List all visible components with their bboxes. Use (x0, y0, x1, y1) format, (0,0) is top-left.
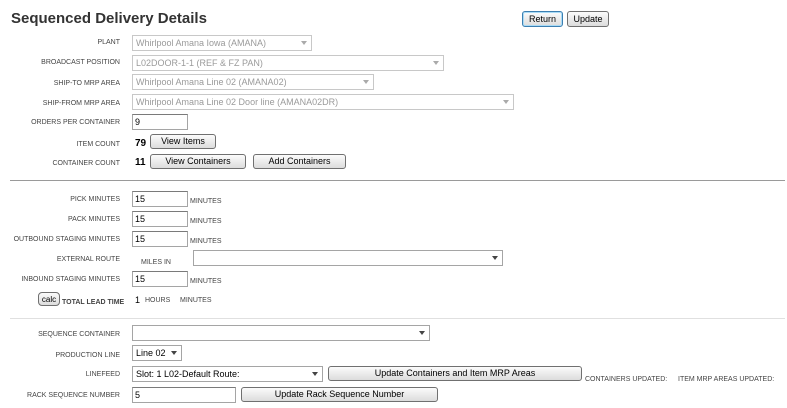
item-count-label: Item Count (76, 141, 120, 148)
section-divider-light (10, 318, 785, 319)
ship-to-select[interactable]: Whirlpool Amana Line 02 (AMANA02) (132, 74, 374, 90)
item-mrp-updated-label: Item MRP Areas Updated: (678, 376, 775, 383)
external-route-label: External Route (56, 256, 120, 263)
broadcast-position-label: Broadcast Position (41, 59, 120, 66)
chevron-down-icon (310, 367, 320, 381)
section-divider (10, 180, 785, 181)
total-minutes-unit: Minutes (180, 297, 212, 304)
calc-button[interactable]: calc (38, 292, 60, 306)
ship-to-label: Ship-To MRP Area (53, 80, 120, 87)
sequence-container-label: Sequence Container (38, 331, 120, 338)
containers-updated-label: Containers Updated: (585, 376, 668, 383)
update-button[interactable]: Update (567, 11, 609, 27)
orders-per-container-input[interactable]: 9 (132, 114, 188, 130)
total-lead-time-label: Total Lead Time (62, 299, 125, 306)
pack-minutes-unit: Minutes (190, 218, 222, 225)
inbound-staging-label: Inbound Staging Minutes (21, 276, 120, 283)
orders-per-container-label: Orders per Container (31, 119, 120, 126)
return-button[interactable]: Return (522, 11, 563, 27)
outbound-staging-unit: Minutes (190, 238, 222, 245)
chevron-down-icon (501, 95, 511, 109)
linefeed-label: Linefeed (85, 371, 120, 378)
chevron-down-icon (361, 75, 371, 89)
inbound-staging-unit: Minutes (190, 278, 222, 285)
plant-select[interactable]: Whirlpool Amana Iowa (AMANA) (132, 35, 312, 51)
pick-minutes-label: Pick Minutes (70, 196, 120, 203)
production-line-select[interactable]: Line 02 (132, 345, 182, 361)
view-containers-button[interactable]: View Containers (150, 154, 246, 169)
hours-unit: Hours (145, 297, 171, 304)
plant-label: Plant (97, 39, 120, 46)
plant-select-value: Whirlpool Amana Iowa (AMANA) (136, 38, 267, 48)
rack-sequence-input[interactable]: 5 (132, 387, 236, 403)
production-line-value: Line 02 (136, 348, 166, 358)
total-lead-time-hours-value: 1 (135, 295, 141, 305)
item-count-value: 79 (135, 138, 147, 149)
page-title: Sequenced Delivery Details (11, 10, 207, 27)
broadcast-position-value: L02DOOR-1-1 (REF & FZ PAN) (136, 58, 263, 68)
outbound-staging-input[interactable]: 15 (132, 231, 188, 247)
outbound-staging-label: Outbound Staging Minutes (13, 236, 120, 243)
add-containers-button[interactable]: Add Containers (253, 154, 346, 169)
chevron-down-icon (490, 251, 500, 265)
ship-to-value: Whirlpool Amana Line 02 (AMANA02) (136, 77, 287, 87)
external-route-select[interactable] (193, 250, 503, 266)
pack-minutes-label: Pack Minutes (68, 216, 120, 223)
miles-in-label: Miles in (141, 259, 171, 266)
inbound-staging-input[interactable]: 15 (132, 271, 188, 287)
update-containers-mrp-button[interactable]: Update Containers and Item MRP Areas (328, 366, 582, 381)
pick-minutes-input[interactable]: 15 (132, 191, 188, 207)
update-rack-sequence-button[interactable]: Update Rack Sequence Number (241, 387, 438, 402)
linefeed-value: Slot: 1 L02-Default Route: (136, 369, 240, 379)
chevron-down-icon (431, 56, 441, 70)
linefeed-select[interactable]: Slot: 1 L02-Default Route: (132, 366, 323, 382)
production-line-label: Production Line (55, 352, 120, 359)
broadcast-position-select[interactable]: L02DOOR-1-1 (REF & FZ PAN) (132, 55, 444, 71)
ship-from-value: Whirlpool Amana Line 02 Door line (AMANA… (136, 97, 339, 107)
chevron-down-icon (299, 36, 309, 50)
view-items-button[interactable]: View Items (150, 134, 216, 149)
pack-minutes-input[interactable]: 15 (132, 211, 188, 227)
ship-from-label: Ship-From MRP Area (42, 100, 120, 107)
chevron-down-icon (417, 326, 427, 340)
rack-sequence-label: Rack Sequence Number (27, 392, 120, 399)
pick-minutes-unit: Minutes (190, 198, 222, 205)
ship-from-select[interactable]: Whirlpool Amana Line 02 Door line (AMANA… (132, 94, 514, 110)
sequence-container-select[interactable] (132, 325, 430, 341)
chevron-down-icon (169, 346, 179, 360)
container-count-label: Container Count (52, 160, 120, 167)
container-count-value: 11 (135, 157, 146, 168)
